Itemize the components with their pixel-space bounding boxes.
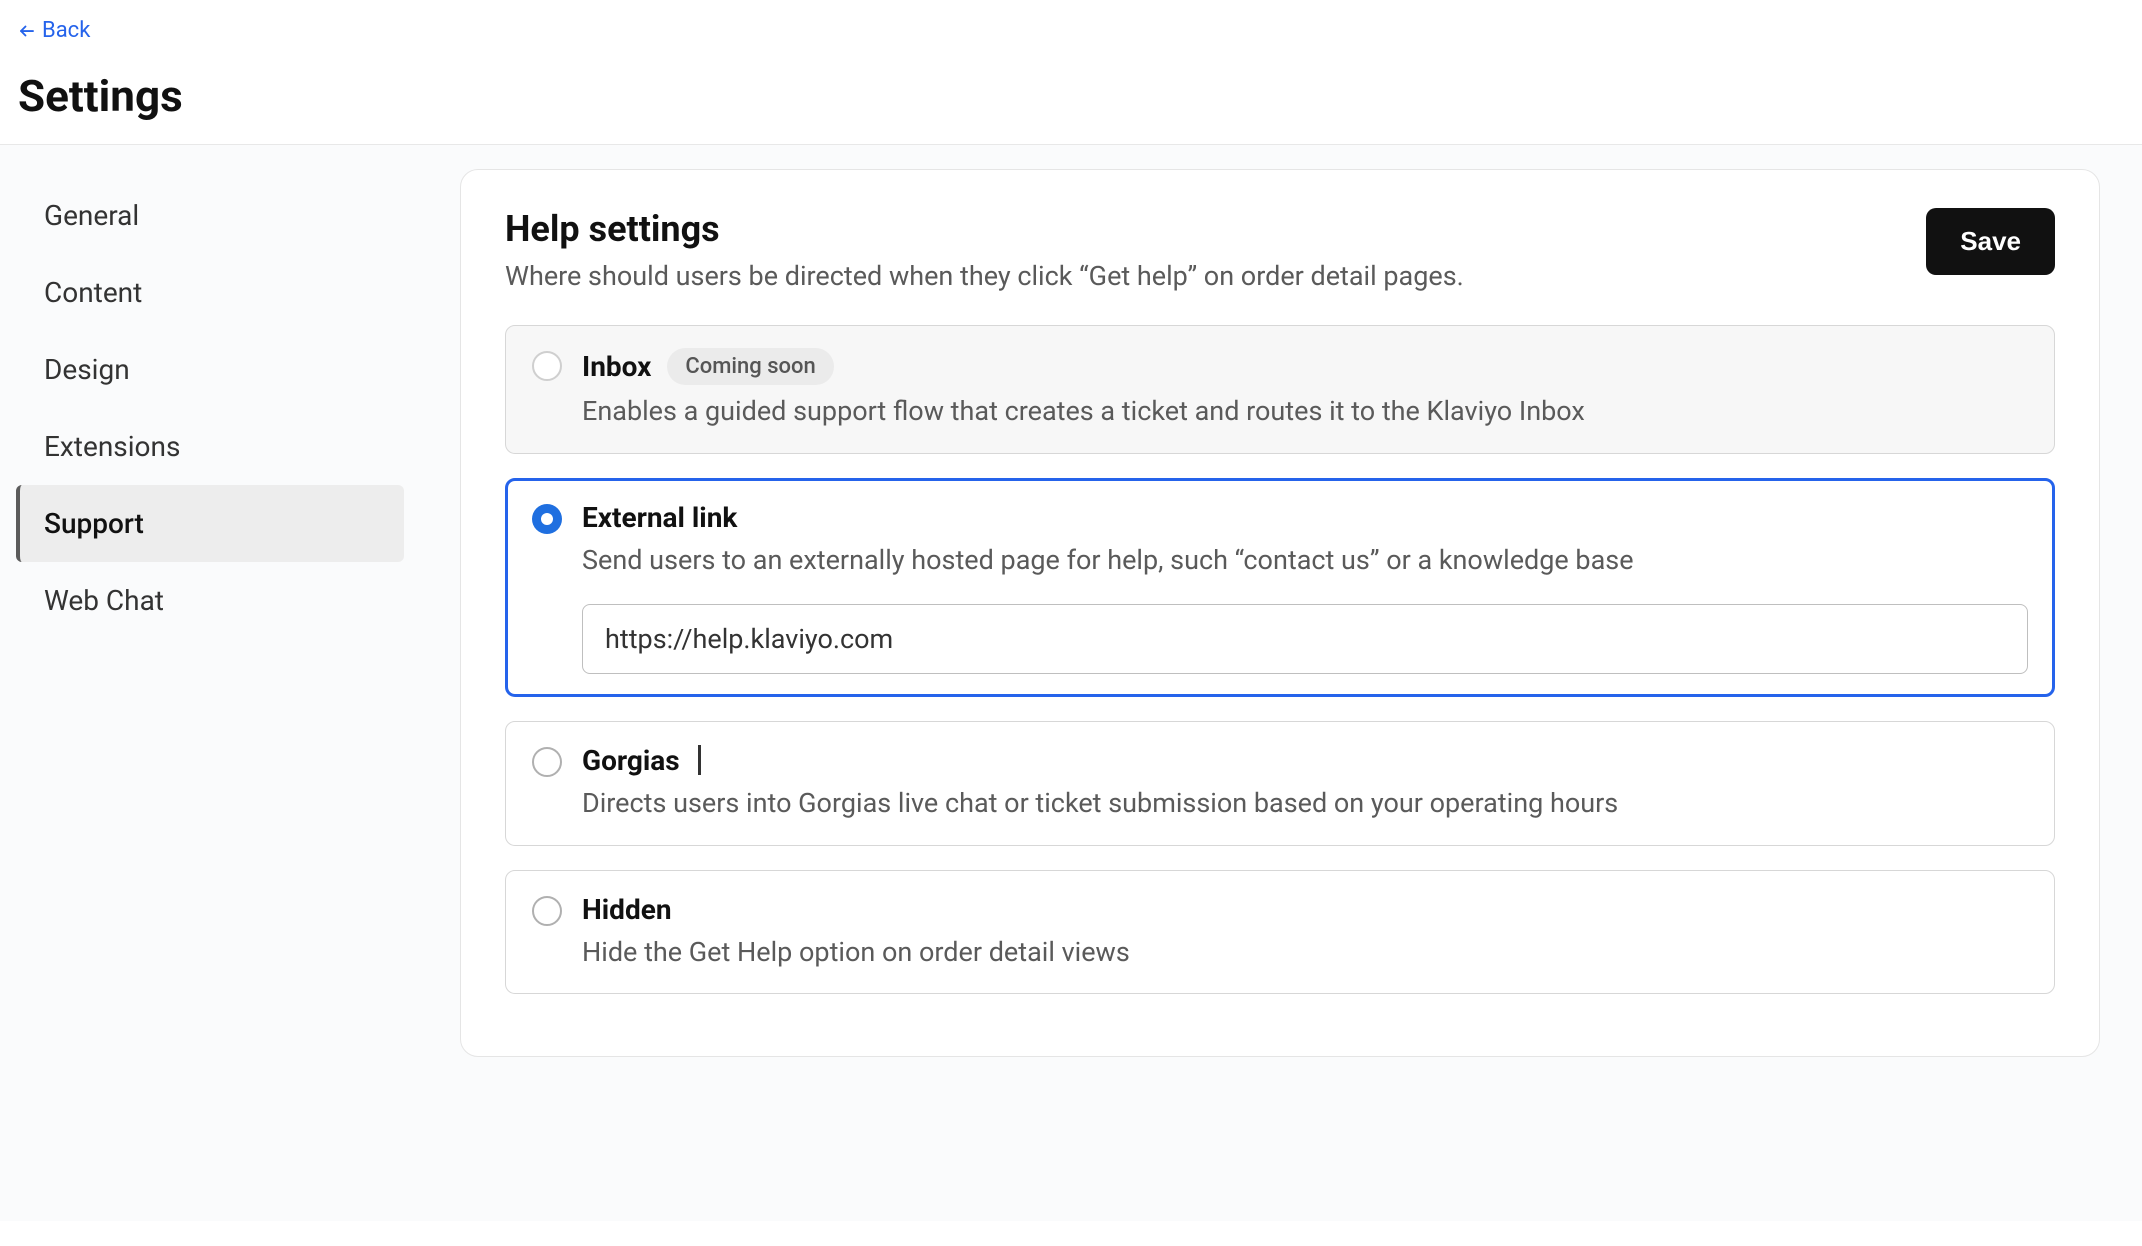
save-button[interactable]: Save <box>1926 208 2055 275</box>
arrow-left-icon <box>18 22 36 40</box>
option-title: Gorgias <box>582 744 701 777</box>
settings-card: Help settings Where should users be dire… <box>460 169 2100 1058</box>
radio-inbox <box>532 351 562 381</box>
option-body: External link Send users to an externall… <box>582 501 2028 674</box>
text-caret <box>698 745 701 775</box>
card-head-text: Help settings Where should users be dire… <box>505 208 1464 296</box>
option-body: Hidden Hide the Get Help option on order… <box>582 893 2028 972</box>
radio-gorgias[interactable] <box>532 747 562 777</box>
option-external-link[interactable]: External link Send users to an externall… <box>505 478 2055 697</box>
option-title: Inbox Coming soon <box>582 348 834 385</box>
back-link[interactable]: Back <box>18 18 90 43</box>
card-title: Help settings <box>505 208 1464 250</box>
radio-external-link[interactable] <box>532 504 562 534</box>
sidebar-item-label: Design <box>44 353 130 386</box>
page-title: Settings <box>18 70 2124 122</box>
page-header: Back Settings <box>0 0 2142 145</box>
option-body: Inbox Coming soon Enables a guided suppo… <box>582 348 2028 431</box>
option-title-text: External link <box>582 501 737 534</box>
option-inbox: Inbox Coming soon Enables a guided suppo… <box>505 325 2055 454</box>
card-subtitle: Where should users be directed when they… <box>505 258 1464 296</box>
option-body: Gorgias Directs users into Gorgias live … <box>582 744 2028 823</box>
option-title-text: Hidden <box>582 893 672 926</box>
sidebar-item-general[interactable]: General <box>16 177 404 254</box>
back-link-label: Back <box>42 18 90 43</box>
external-url-input[interactable] <box>582 604 2028 674</box>
sidebar-item-label: Support <box>44 507 144 540</box>
radio-hidden[interactable] <box>532 896 562 926</box>
option-desc: Directs users into Gorgias live chat or … <box>582 785 2028 823</box>
sidebar-item-label: Web Chat <box>44 584 164 617</box>
option-desc: Send users to an externally hosted page … <box>582 542 2028 580</box>
option-title: External link <box>582 501 737 534</box>
card-head: Help settings Where should users be dire… <box>505 208 2055 296</box>
content-area: Help settings Where should users be dire… <box>420 145 2142 1221</box>
sidebar-item-support[interactable]: Support <box>16 485 404 562</box>
sidebar-item-content[interactable]: Content <box>16 254 404 331</box>
option-title-text: Inbox <box>582 350 651 383</box>
sidebar-item-extensions[interactable]: Extensions <box>16 408 404 485</box>
layout: General Content Design Extensions Suppor… <box>0 145 2142 1221</box>
sidebar-item-label: Extensions <box>44 430 180 463</box>
option-title: Hidden <box>582 893 672 926</box>
option-title-text: Gorgias <box>582 744 680 777</box>
sidebar-item-label: General <box>44 199 139 232</box>
coming-soon-badge: Coming soon <box>667 348 833 385</box>
option-desc: Enables a guided support flow that creat… <box>582 393 2028 431</box>
option-gorgias[interactable]: Gorgias Directs users into Gorgias live … <box>505 721 2055 846</box>
sidebar-item-label: Content <box>44 276 142 309</box>
sidebar: General Content Design Extensions Suppor… <box>0 145 420 1221</box>
option-desc: Hide the Get Help option on order detail… <box>582 934 2028 972</box>
sidebar-item-web-chat[interactable]: Web Chat <box>16 562 404 639</box>
option-hidden[interactable]: Hidden Hide the Get Help option on order… <box>505 870 2055 995</box>
sidebar-item-design[interactable]: Design <box>16 331 404 408</box>
